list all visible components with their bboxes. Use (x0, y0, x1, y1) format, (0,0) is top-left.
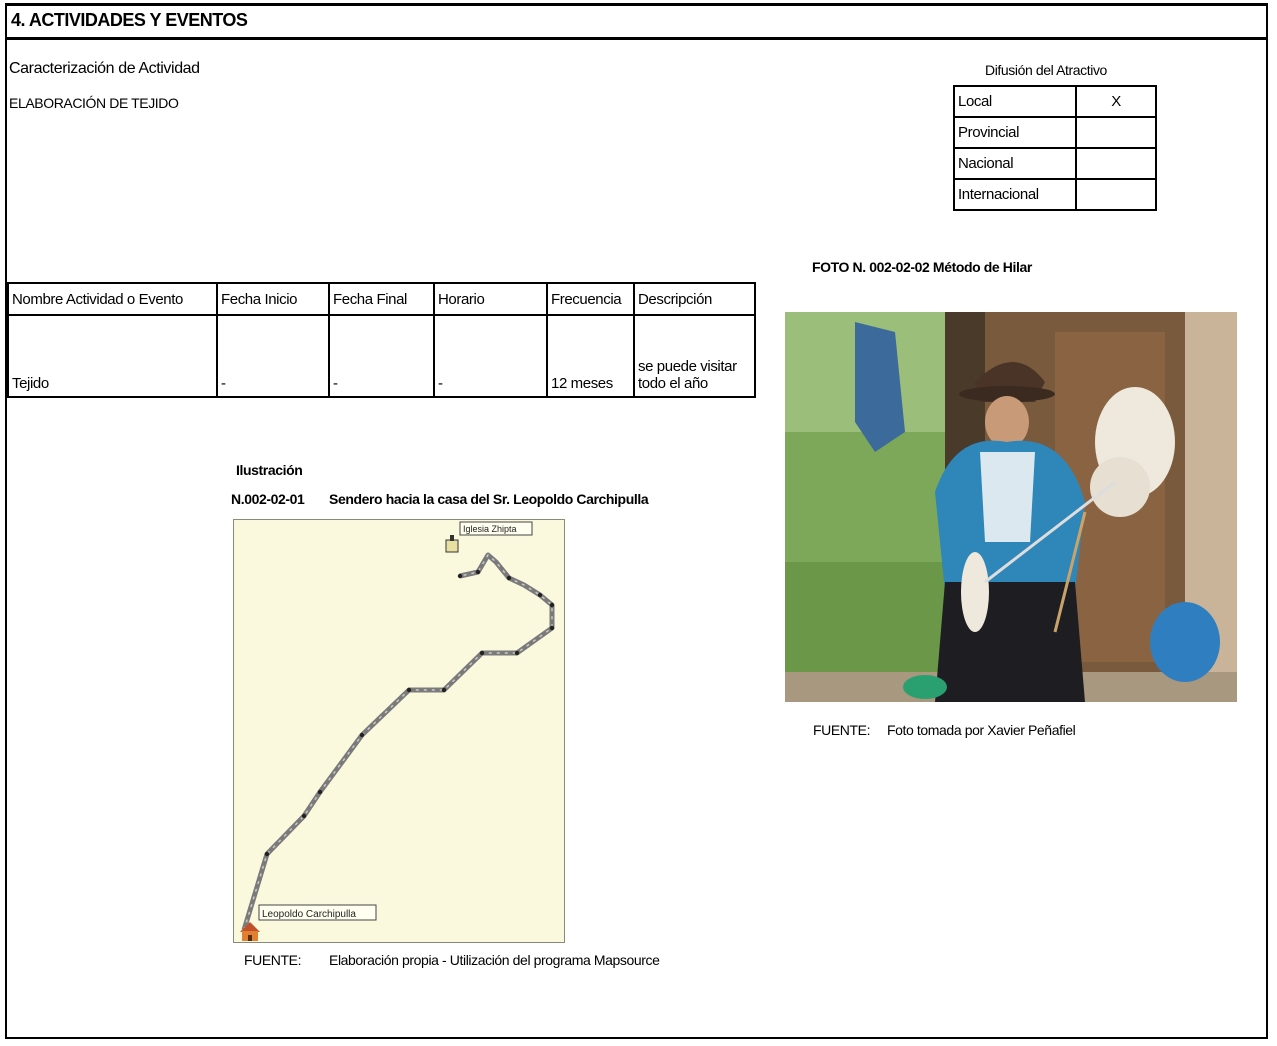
ilustracion-fuente-label: FUENTE: (244, 952, 302, 968)
col-header-horario: Horario (433, 282, 548, 316)
section-title: 4. ACTIVIDADES Y EVENTOS (11, 10, 248, 30)
church-icon (445, 535, 459, 553)
map-label-start: Leopoldo Carchipulla (262, 909, 356, 920)
difusion-mark (1075, 178, 1157, 211)
route-line (241, 552, 555, 931)
col-header-nombre: Nombre Actividad o Evento (7, 282, 218, 316)
difusion-row: Local X (953, 85, 1157, 118)
caracterizacion-value: ELABORACIÓN DE TEJIDO (9, 95, 179, 111)
cell-horario: - (433, 314, 548, 398)
col-header-final: Fecha Final (328, 282, 435, 316)
difusion-row: Nacional (953, 147, 1157, 180)
difusion-row: Internacional (953, 178, 1157, 211)
actividades-header-row: Nombre Actividad o Evento Fecha Inicio F… (7, 282, 756, 316)
foto-fuente-value: Foto tomada por Xavier Peñafiel (887, 722, 1076, 738)
difusion-label: Internacional (953, 178, 1077, 211)
foto-fuente-label: FUENTE: (813, 722, 871, 738)
map-label-end: Iglesia Zhipta (463, 524, 517, 534)
route-map-svg: Leopoldo Carchipulla Iglesia Zhipta (240, 521, 555, 941)
difusion-table: Local X Provincial Nacional Internaciona… (953, 85, 1157, 211)
difusion-label: Local (953, 85, 1077, 118)
cell-frecuencia: 12 meses (546, 314, 635, 398)
difusion-row: Provincial (953, 116, 1157, 149)
descripcion-line: todo el año (638, 375, 708, 392)
cell-nombre: Tejido (7, 314, 218, 398)
difusion-title: Difusión del Atractivo (985, 62, 1107, 78)
difusion-label: Provincial (953, 116, 1077, 149)
ilustracion-label: Ilustración (236, 462, 303, 478)
col-header-descripcion: Descripción (633, 282, 756, 316)
ilustracion-fuente-value: Elaboración propia - Utilización del pro… (329, 952, 660, 968)
ilustracion-caption: Sendero hacia la casa del Sr. Leopoldo C… (329, 491, 649, 507)
cell-inicio: - (216, 314, 330, 398)
difusion-mark (1075, 147, 1157, 180)
col-header-frecuencia: Frecuencia (546, 282, 635, 316)
cell-descripcion: se puede visitar todo el año (633, 314, 756, 398)
difusion-label: Nacional (953, 147, 1077, 180)
ilustracion-number: N.002-02-01 (231, 491, 305, 507)
weaving-photo (785, 312, 1237, 702)
actividades-table: Nombre Actividad o Evento Fecha Inicio F… (7, 282, 756, 398)
col-header-inicio: Fecha Inicio (216, 282, 330, 316)
descripcion-line: se puede visitar (638, 358, 737, 375)
caracterizacion-label: Caracterización de Actividad (9, 60, 200, 77)
route-map: Leopoldo Carchipulla Iglesia Zhipta (233, 519, 565, 943)
difusion-mark (1075, 116, 1157, 149)
foto-caption: FOTO N. 002-02-02 Método de Hilar (812, 259, 1032, 275)
cell-final: - (328, 314, 435, 398)
table-row: Tejido - - - 12 meses se puede visitar t… (7, 314, 756, 398)
weaving-photo-svg (785, 312, 1237, 702)
difusion-mark: X (1075, 85, 1157, 118)
section-header: 4. ACTIVIDADES Y EVENTOS (5, 3, 1268, 40)
